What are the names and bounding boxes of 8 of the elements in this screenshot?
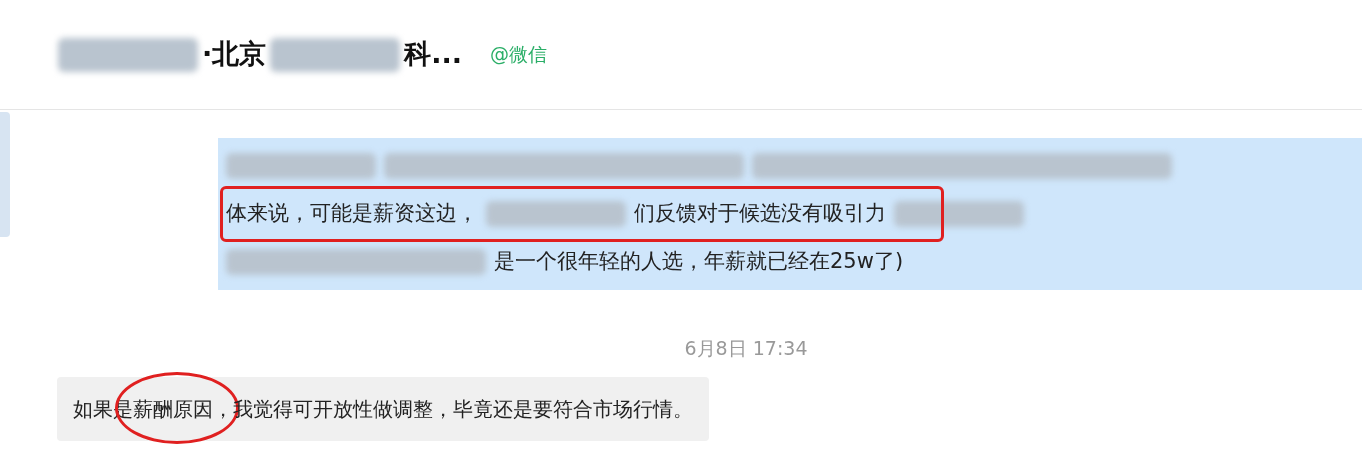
message-text: 薪酬原因 xyxy=(133,393,213,424)
message-text: 是一个很年轻的人选，年薪就已经在25w了) xyxy=(494,248,904,276)
timestamp: 6月8日 17:34 xyxy=(684,336,808,361)
message-text: 们反馈对于候选没有吸引力 xyxy=(634,200,886,228)
chat-title: 科... xyxy=(404,37,463,72)
chat-title: ·北京 xyxy=(202,37,267,72)
source-tag: @微信 xyxy=(490,40,548,69)
message-text: 体来说，可能是薪资这边， xyxy=(226,200,478,228)
